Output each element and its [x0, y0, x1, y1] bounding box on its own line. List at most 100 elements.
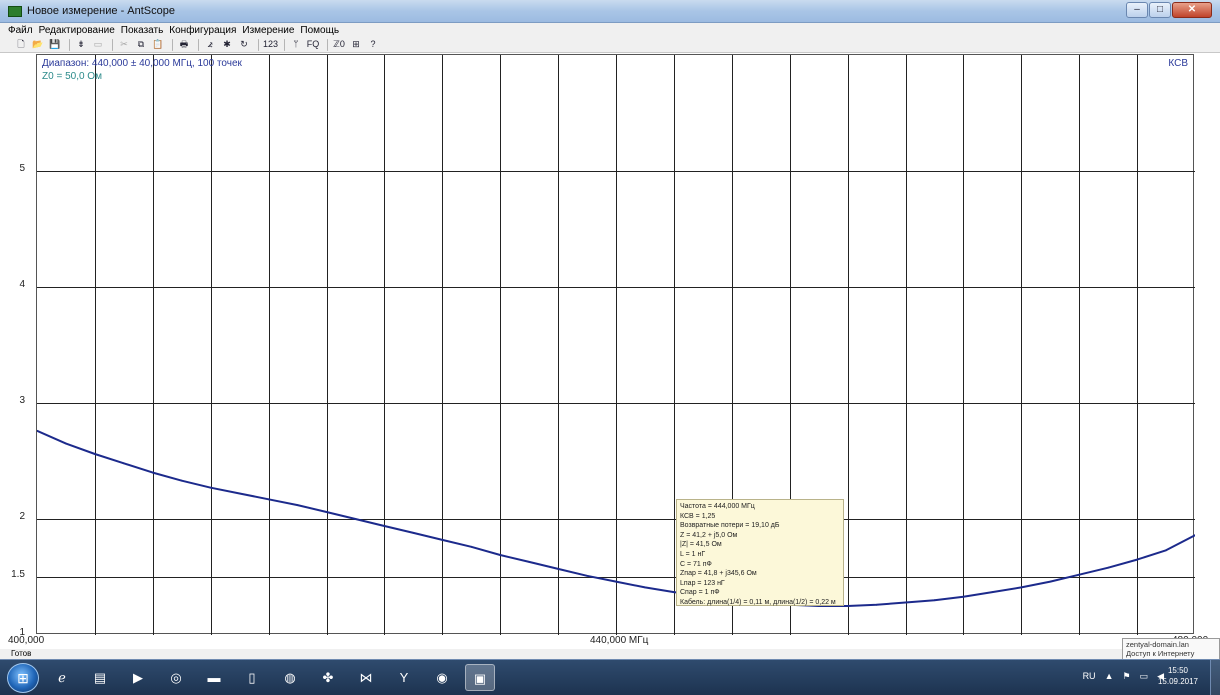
app-window: Новое измерение - AntScope – □ ✕ Файл Ре… [0, 0, 1220, 695]
tooltip-line: Zпар = 41,8 + j345,6 Ом [680, 570, 757, 578]
swr-chart[interactable] [36, 54, 1195, 635]
media-player-icon[interactable]: ▶ [123, 664, 153, 691]
tooltip-line: C = 71 пФ [680, 560, 712, 568]
numbers-icon[interactable]: 123 [263, 38, 278, 51]
tooltip-line: КСВ = 1,25 [680, 512, 716, 520]
data-point [528, 561, 530, 563]
tooltip-line: L = 1 нГ [680, 550, 706, 558]
data-point [441, 539, 444, 541]
data-point [991, 591, 994, 593]
data-point [933, 599, 936, 602]
show-desktop-button[interactable] [1210, 660, 1220, 695]
print-icon[interactable]: 🖶 [177, 38, 191, 51]
data-point [875, 603, 878, 606]
tooltip-line: Lпар = 123 нГ [680, 579, 725, 587]
notepad-icon[interactable]: ▯ [237, 664, 267, 691]
data-point [673, 591, 675, 593]
open-icon[interactable]: 📂 [31, 38, 45, 51]
data-point [122, 462, 125, 465]
chrome-icon[interactable]: ◉ [427, 664, 457, 691]
y-tick-label: 1.5 [11, 569, 25, 580]
menu-measurement[interactable]: Измерение [242, 25, 294, 36]
language-indicator[interactable]: RU [1083, 671, 1096, 682]
network-popup: zentyal-domain.lan Доступ к Интернету [1122, 638, 1220, 660]
action-center-icon[interactable]: ⚑ [1122, 671, 1130, 682]
paste-icon[interactable]: 📋 [151, 38, 165, 51]
antscope-app-icon [8, 5, 22, 17]
data-point [499, 554, 502, 556]
tooltip-line: |Z| = 41,5 Ом [680, 541, 722, 549]
marker-tooltip: Частота = 444,000 МГц КСВ = 1,25 Возвратны… [676, 499, 844, 606]
network-name: zentyal-domain.lan [1126, 640, 1189, 649]
menu-edit[interactable]: Редактирование [39, 25, 115, 36]
app-icon-8[interactable]: ✤ [313, 664, 343, 691]
export-icon[interactable]: ▭ [91, 38, 105, 51]
copy-icon[interactable]: ⧉ [134, 38, 148, 51]
toolbar-separator [258, 38, 259, 51]
tooltip-line: Кабель: длина(1/4) = 0,11 м, длина(1/2) … [680, 598, 836, 606]
impedance-label: Z0 = 50,0 Ом [42, 71, 102, 82]
firefox-icon[interactable]: ◍ [275, 664, 305, 691]
data-point [354, 518, 357, 520]
calc-icon[interactable]: ⊞ [349, 38, 363, 51]
status-bar: Готов [0, 649, 1220, 659]
network-icon[interactable]: ▭ [1140, 671, 1149, 682]
refresh-icon[interactable]: ↻ [237, 38, 251, 51]
data-point [557, 568, 559, 570]
data-point [846, 605, 849, 607]
zero-icon[interactable]: ℤ0 [332, 38, 346, 51]
menu-view[interactable]: Показать [121, 25, 164, 36]
data-point [325, 511, 328, 513]
menu-file[interactable]: Файл [8, 25, 33, 36]
toolbar-separator [327, 38, 328, 51]
data-point [151, 471, 154, 474]
save-icon[interactable]: 💾 [48, 38, 62, 51]
status-text: Готов [11, 649, 32, 658]
data-point [470, 545, 473, 548]
data-point [1020, 586, 1023, 589]
data-point [267, 498, 270, 501]
antenna-icon[interactable]: ᛘ [289, 38, 303, 51]
new-icon[interactable]: 🗋 [14, 38, 28, 51]
toolbar-separator [284, 38, 285, 51]
y-tick-label: 2 [19, 511, 25, 522]
y-tick-label: 5 [19, 163, 25, 174]
import-icon[interactable]: ⇟ [74, 38, 88, 51]
title-bar[interactable]: Новое измерение - AntScope – □ ✕ [0, 0, 1220, 23]
chart-canvas [37, 55, 1195, 635]
fq-icon[interactable]: FQ [306, 38, 320, 51]
menu-help[interactable]: Помощь [300, 25, 339, 36]
toolbar-separator [198, 38, 199, 51]
chart-icon[interactable]: ⦨ [203, 38, 217, 51]
data-point [94, 453, 96, 455]
minimize-button[interactable]: – [1126, 2, 1148, 18]
clock[interactable]: 15:50 15.09.2017 [1158, 665, 1198, 687]
data-point [586, 574, 588, 577]
cut-icon[interactable]: ✂ [117, 38, 131, 51]
terminal-icon[interactable]: ▬ [199, 664, 229, 691]
visual-studio-icon[interactable]: ⋈ [351, 664, 381, 691]
network-status: Доступ к Интернету [1126, 649, 1195, 658]
ie-icon[interactable]: ℯ [47, 664, 77, 691]
data-point [615, 580, 617, 583]
menu-bar: Файл Редактирование Показать Конфигураци… [0, 23, 1220, 37]
data-point [644, 586, 646, 589]
app-icon-4[interactable]: ◎ [161, 664, 191, 691]
close-button[interactable]: ✕ [1172, 2, 1212, 18]
yandex-icon[interactable]: Y [389, 664, 419, 691]
marker-icon[interactable]: ✱ [220, 38, 234, 51]
antscope-icon[interactable]: ▣ [465, 664, 495, 691]
tooltip-line: Частота = 444,000 МГц [680, 503, 755, 510]
data-point [412, 532, 415, 534]
x-tick-label: 400,000 [8, 635, 45, 646]
toolbar-separator [112, 38, 113, 51]
y-tick-label: 4 [19, 279, 25, 290]
menu-configuration[interactable]: Конфигурация [169, 25, 236, 36]
show-hidden-icons[interactable]: ▲ [1105, 671, 1114, 682]
help-icon[interactable]: ? [366, 38, 380, 51]
data-point [1165, 549, 1167, 552]
explorer-icon[interactable]: ▤ [85, 664, 115, 691]
start-button[interactable]: ⊞ [7, 663, 39, 693]
maximize-button[interactable]: □ [1149, 2, 1171, 18]
data-point [209, 486, 212, 489]
